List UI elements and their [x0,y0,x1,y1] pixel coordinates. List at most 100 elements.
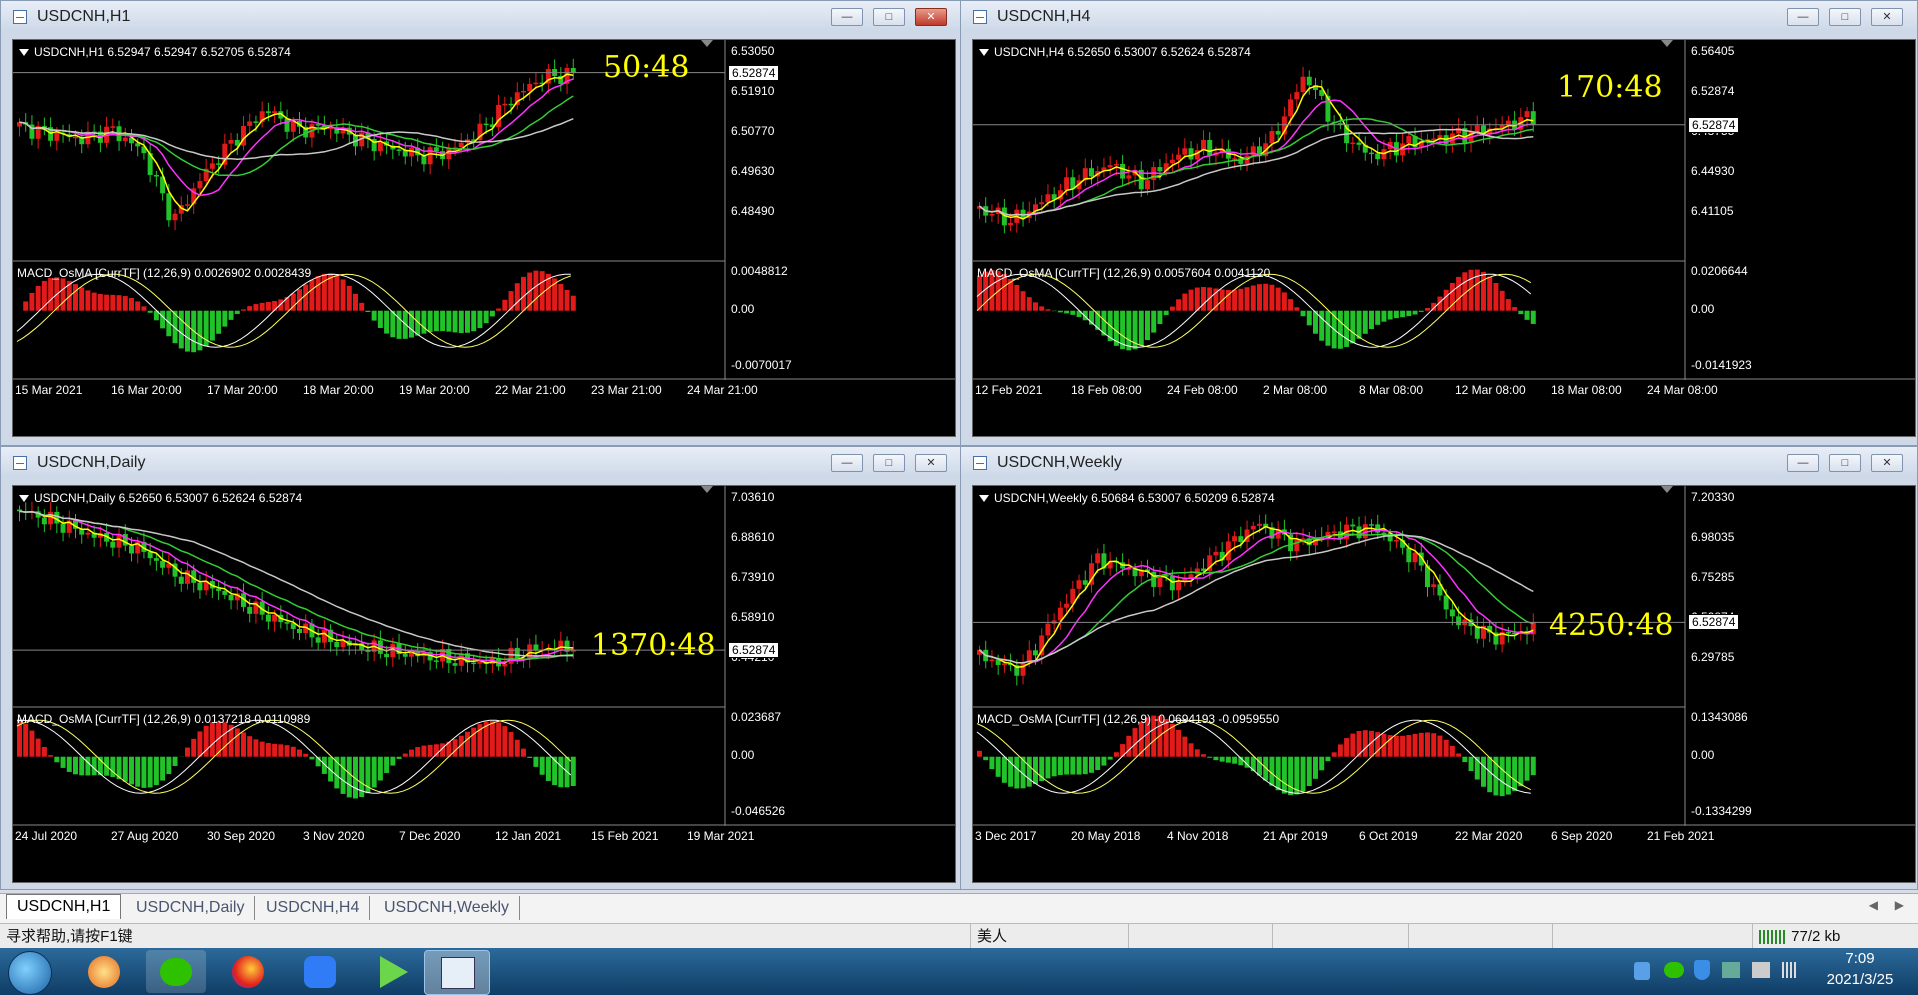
chart-area[interactable]: USDCNH,H4 6.52650 6.53007 6.52624 6.5287… [972,39,1916,437]
chart-window-daily[interactable]: USDCNH,Daily — □ ✕ USDCNH,Daily 6.52650 … [0,446,962,890]
macd-histogram-bar [1001,756,1007,783]
candle-body [1188,574,1194,578]
chart-shift-marker-icon[interactable] [701,486,713,493]
chart-shift-marker-icon[interactable] [701,40,713,47]
maximize-button[interactable]: □ [873,8,905,26]
candle-body [1182,148,1188,155]
macd-histogram-bar [1201,754,1206,757]
macd-histogram-bar [346,285,352,311]
macd-histogram-bar [1493,283,1499,311]
macd-histogram-bar [1082,756,1088,775]
tray-icon-signal[interactable] [1782,962,1798,978]
macd-histogram-bar [1337,744,1343,757]
macd-histogram-bar [570,295,576,311]
macd-histogram-bar [1381,310,1387,322]
candle-countdown-timer: 50:48 [603,50,690,85]
candle-body [989,213,995,216]
candle-body [458,142,464,148]
candle-body [1176,582,1182,591]
macd-histogram-bar [1250,285,1256,311]
tab-scroll-left-icon[interactable]: ◀ [1869,898,1878,912]
window-titlebar[interactable]: USDCNH,H1 — □ ✕ [1,1,961,31]
candle-body [166,193,172,221]
clock-time[interactable]: 7:09 [1820,950,1900,967]
clock-date[interactable]: 2021/3/25 [1808,971,1912,988]
start-button[interactable] [8,951,52,995]
close-button[interactable]: ✕ [915,454,947,472]
tray-icon-1[interactable] [1634,962,1650,980]
symbol-menu-chevron-icon[interactable] [19,495,29,503]
price-axis-label: 6.88610 [731,530,775,544]
close-button[interactable]: ✕ [1871,8,1903,26]
window-titlebar[interactable]: USDCNH,Daily — □ ✕ [1,447,961,477]
taskbar-app-metatrader-icon[interactable] [424,950,490,995]
macd-histogram-bar [1064,310,1070,314]
maximize-button[interactable]: □ [873,454,905,472]
taskbar-app-firefox-icon[interactable] [218,950,278,993]
macd-histogram-bar [465,731,470,757]
minimize-button[interactable]: — [1787,454,1819,472]
macd-histogram-bar [1325,756,1331,762]
maximize-button[interactable]: □ [1829,8,1861,26]
symbol-menu-chevron-icon[interactable] [979,495,989,503]
close-button[interactable]: ✕ [915,8,947,26]
chart-window-h4[interactable]: USDCNH,H4 — □ ✕ USDCNH,H4 6.52650 6.5300… [960,0,1918,446]
macd-histogram-bar [452,310,458,333]
symbol-ohlc-label: USDCNH,H1 6.52947 6.52947 6.52705 6.5287… [19,45,291,59]
tab-usdcnh-weekly[interactable]: USDCNH,Weekly [374,896,521,920]
tab-scroll-right-icon[interactable]: ▶ [1895,898,1904,912]
candle-body [216,163,222,165]
tab-usdcnh-daily[interactable]: USDCNH,Daily [126,896,256,920]
macd-histogram-bar [502,726,508,757]
window-titlebar[interactable]: USDCNH,Weekly — □ ✕ [961,447,1917,477]
close-button[interactable]: ✕ [1871,454,1903,472]
macd-histogram-bar [122,756,128,782]
chart-window-h1[interactable]: USDCNH,H1 — □ ✕ USDCNH,H1 6.52947 6.5294… [0,0,962,446]
macd-histogram-bar [284,745,290,757]
macd-histogram-bar [377,310,383,328]
symbol-menu-chevron-icon[interactable] [979,49,989,57]
candle-body [1095,553,1101,564]
indicator-axis-label: 0.00 [1691,302,1715,316]
tray-icon-wechat[interactable] [1664,962,1684,978]
minimize-button[interactable]: — [831,8,863,26]
chart-shift-marker-icon[interactable] [1661,40,1673,47]
macd-histogram-bar [116,295,122,311]
candle-body [1020,662,1026,676]
tray-icon-network[interactable] [1722,962,1740,978]
indicator-axis-label: -0.0070017 [731,358,792,372]
macd-histogram-bar [1089,756,1094,773]
minimize-button[interactable]: — [831,454,863,472]
tray-icon-volume[interactable] [1752,962,1770,978]
taskbar-app-browser-icon[interactable] [74,950,134,993]
candle-body [129,545,134,554]
candle-body [272,111,278,114]
chart-area[interactable]: USDCNH,Weekly 6.50684 6.53007 6.50209 6.… [972,485,1916,883]
candle-body [1449,609,1455,617]
macd-histogram-bar [1443,739,1449,757]
macd-histogram-bar [427,310,433,333]
chart-shift-marker-icon[interactable] [1661,486,1673,493]
maximize-button[interactable]: □ [1829,454,1861,472]
time-axis-label: 21 Feb 2021 [1647,829,1715,843]
tab-usdcnh-h1[interactable]: USDCNH,H1 [6,894,122,919]
macd-histogram-bar [97,294,103,311]
candle-body [172,213,178,221]
chart-area[interactable]: USDCNH,Daily 6.52650 6.53007 6.52624 6.5… [12,485,956,883]
symbol-menu-chevron-icon[interactable] [19,49,29,57]
time-axis-label: 19 Mar 20:00 [399,383,470,397]
taskbar-app-player-icon[interactable] [362,950,422,993]
window-titlebar[interactable]: USDCNH,H4 — □ ✕ [961,1,1917,31]
taskbar-app-feishu-icon[interactable] [290,950,350,993]
current-price-tag: 6.52874 [1688,116,1740,133]
macd-histogram-bar [272,743,278,757]
candle-body [1269,131,1275,144]
macd-histogram-bar [1431,733,1437,757]
tab-usdcnh-h4[interactable]: USDCNH,H4 [256,896,371,920]
taskbar-app-wechat-icon[interactable] [146,950,206,993]
candle-body [1288,99,1294,117]
chart-area[interactable]: USDCNH,H1 6.52947 6.52947 6.52705 6.5287… [12,39,956,437]
chart-window-weekly[interactable]: USDCNH,Weekly — □ ✕ USDCNH,Weekly 6.5068… [960,446,1918,890]
tray-icon-shield[interactable] [1694,960,1710,980]
minimize-button[interactable]: — [1787,8,1819,26]
